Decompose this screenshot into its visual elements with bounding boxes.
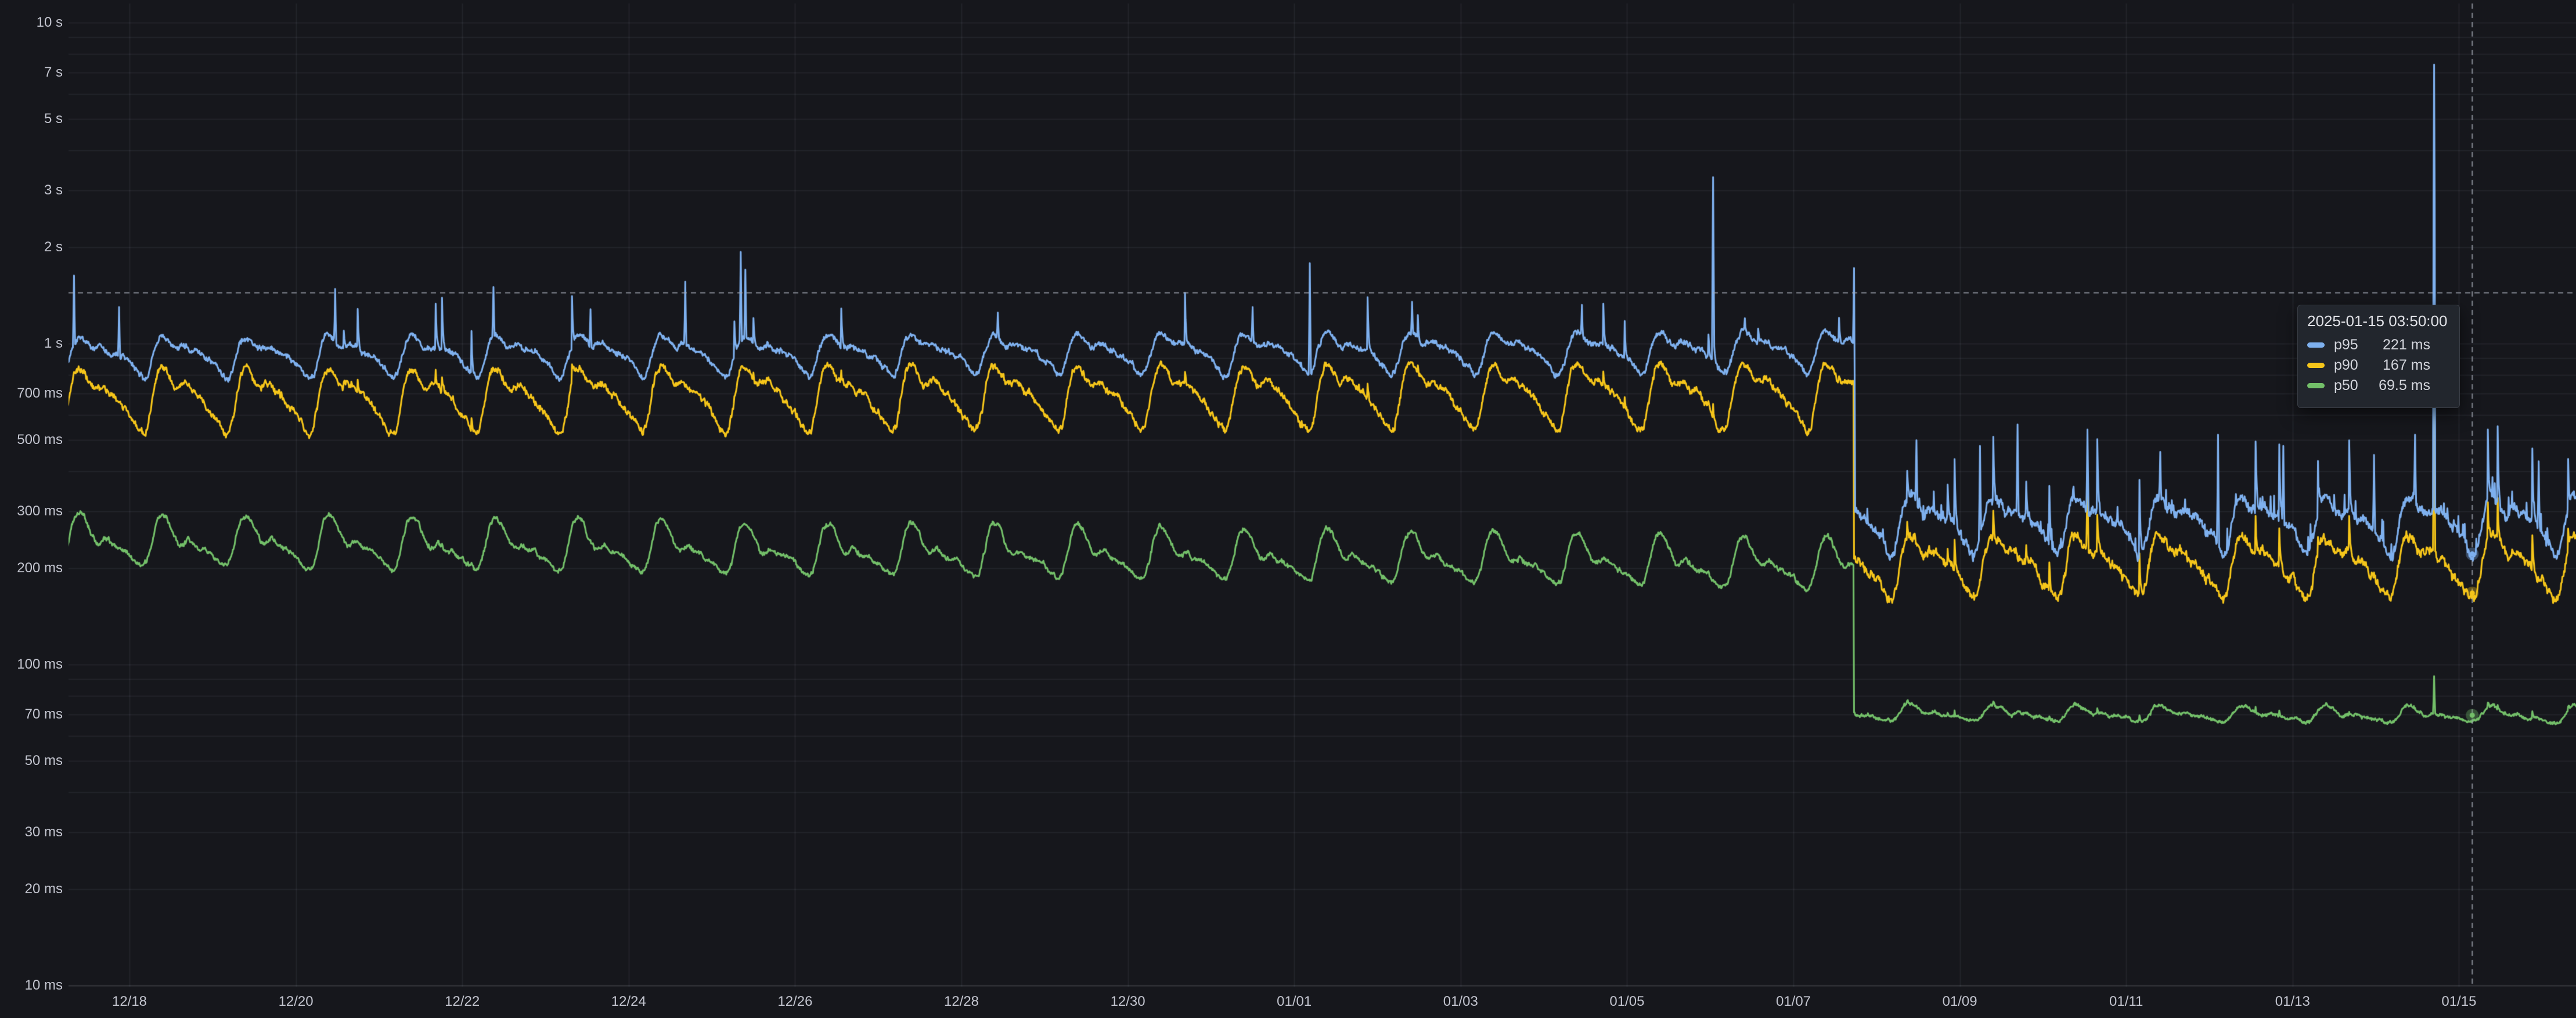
tooltip-rows: p95 221 ms p90 167 ms p50 69.5 ms xyxy=(2307,335,2450,396)
x-tick-label: 01/03 xyxy=(1443,994,1478,1010)
x-tick-label: 12/20 xyxy=(279,994,314,1010)
y-tick-label: 100 ms xyxy=(0,656,63,673)
chart-tooltip: 2025-01-15 03:50:00 p95 221 ms p90 167 ms p5… xyxy=(2297,305,2460,408)
y-tick-label: 10 s xyxy=(0,15,63,31)
tooltip-row: p50 69.5 ms xyxy=(2307,376,2450,396)
series-color-swatch-p95 xyxy=(2307,342,2325,348)
series-name: p95 xyxy=(2334,337,2358,353)
y-tick-label: 200 ms xyxy=(0,560,63,576)
series-name: p50 xyxy=(2334,377,2358,394)
x-tick-label: 01/07 xyxy=(1776,994,1811,1010)
series-color-swatch-p50 xyxy=(2307,383,2325,388)
x-tick-label: 01/13 xyxy=(2275,994,2310,1010)
series-name: p90 xyxy=(2334,357,2358,374)
y-tick-label: 500 ms xyxy=(0,432,63,448)
x-tick-label: 12/18 xyxy=(112,994,147,1010)
series-value: 221 ms xyxy=(2383,337,2430,353)
latency-timeseries-panel: 10 s 7 s 5 s 3 s 2 s 1 s 700 ms 500 ms 300 ms 200… xyxy=(0,0,2576,1018)
y-tick-label: 3 s xyxy=(0,182,63,198)
tooltip-row: p95 221 ms xyxy=(2307,335,2450,355)
x-tick-label: 01/11 xyxy=(2109,994,2143,1010)
y-tick-label: 7 s xyxy=(0,64,63,81)
x-tick-label: 01/09 xyxy=(1943,994,1977,1010)
x-tick-label: 12/22 xyxy=(445,994,480,1010)
y-tick-label: 1 s xyxy=(0,335,63,352)
series-color-swatch-p90 xyxy=(2307,363,2325,368)
series-value: 69.5 ms xyxy=(2379,377,2430,394)
y-tick-label: 2 s xyxy=(0,239,63,255)
x-tick-label: 12/30 xyxy=(1111,994,1145,1010)
x-tick-label: 01/01 xyxy=(1277,994,1312,1010)
y-tick-label: 10 ms xyxy=(0,977,63,994)
y-tick-label: 20 ms xyxy=(0,881,63,897)
x-tick-label: 01/15 xyxy=(2441,994,2476,1010)
timeseries-plot-canvas[interactable] xyxy=(0,0,2576,1018)
tooltip-timestamp: 2025-01-15 03:50:00 xyxy=(2307,312,2450,330)
y-tick-label: 30 ms xyxy=(0,824,63,840)
x-tick-label: 12/24 xyxy=(611,994,646,1010)
y-tick-label: 50 ms xyxy=(0,753,63,769)
y-tick-label: 700 ms xyxy=(0,385,63,402)
y-tick-label: 300 ms xyxy=(0,503,63,519)
y-tick-label: 5 s xyxy=(0,111,63,127)
x-tick-label: 12/26 xyxy=(777,994,812,1010)
y-tick-label: 70 ms xyxy=(0,706,63,723)
x-tick-label: 01/05 xyxy=(1609,994,1644,1010)
series-value: 167 ms xyxy=(2383,357,2430,374)
tooltip-row: p90 167 ms xyxy=(2307,355,2450,376)
x-tick-label: 12/28 xyxy=(944,994,979,1010)
